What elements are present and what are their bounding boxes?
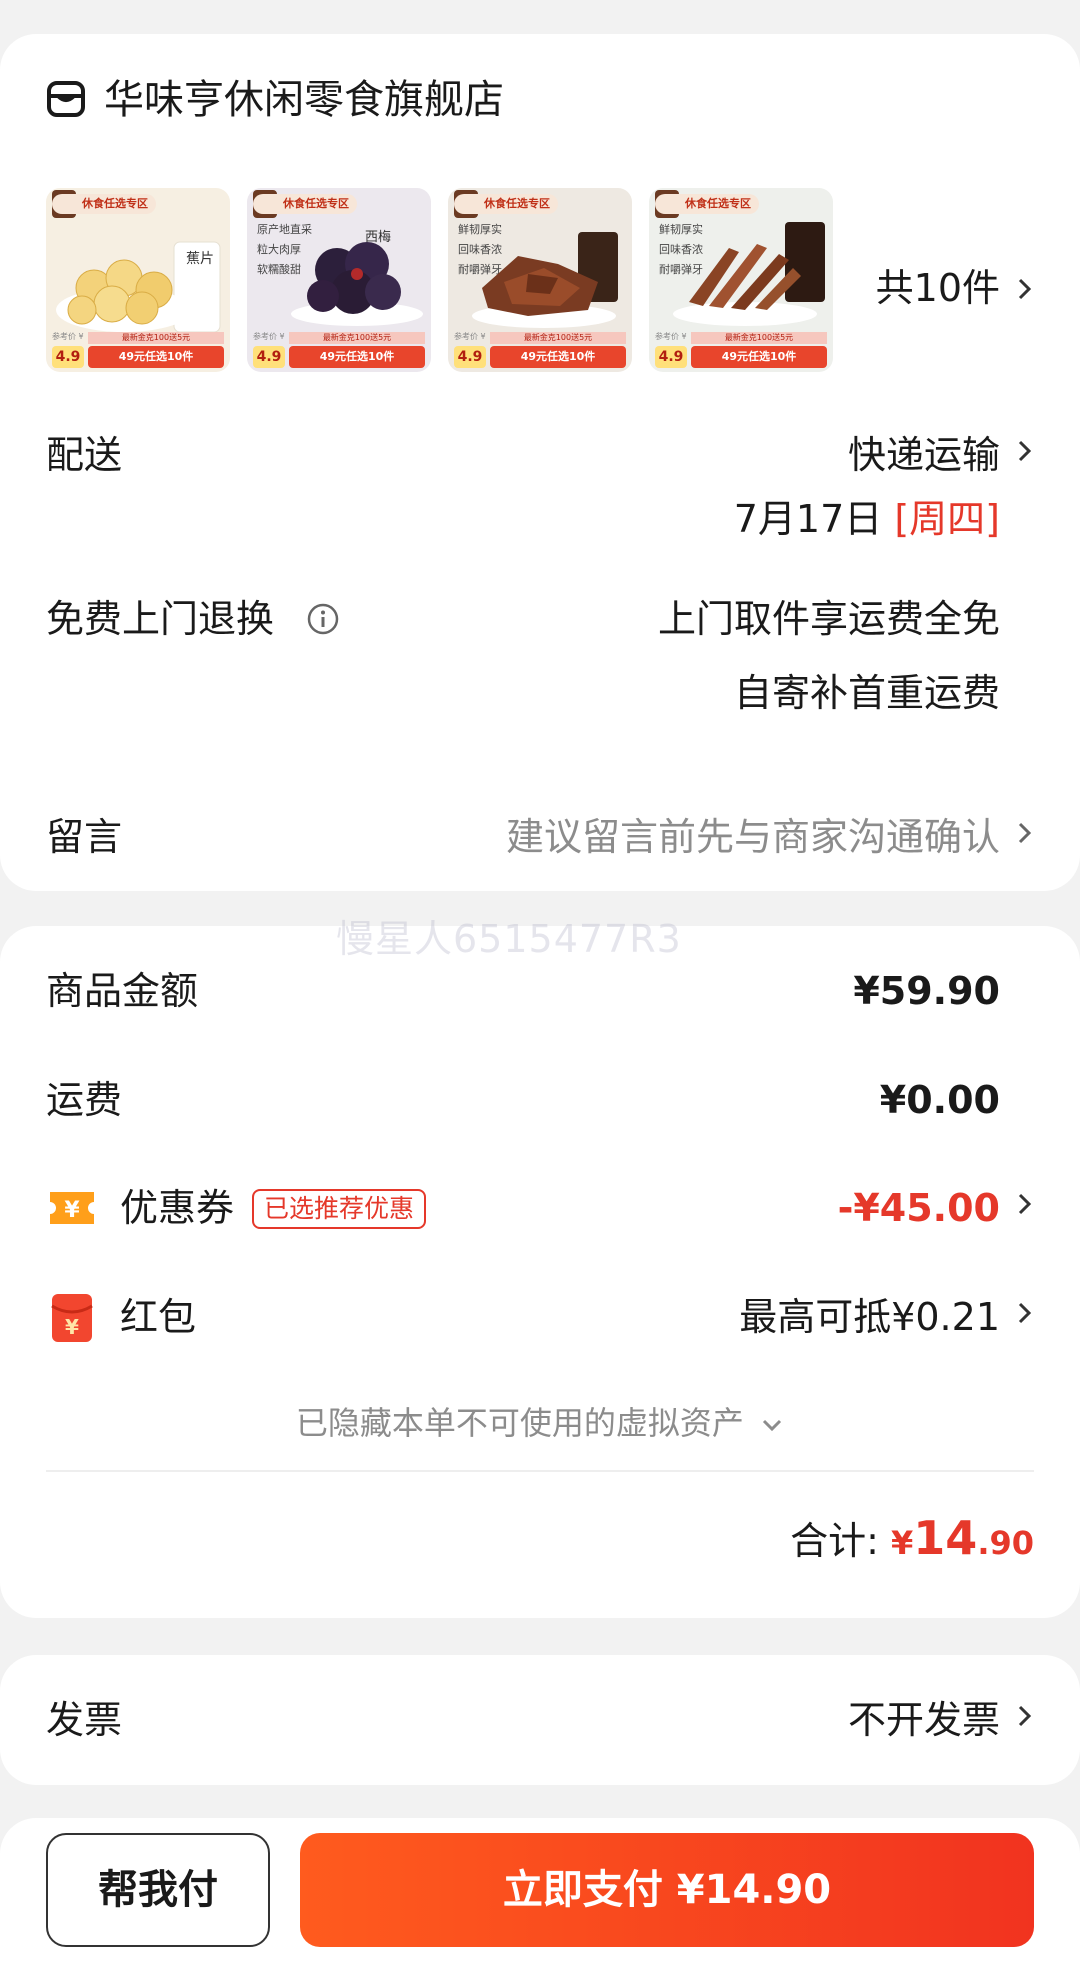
red-packet-value[interactable]: 最高可抵¥0.21: [739, 1290, 1000, 1344]
beef-jerky-image: [472, 232, 618, 328]
promo-banner: 49元任选10件: [88, 346, 224, 368]
shipping-value: ¥0.00: [879, 1078, 1000, 1122]
goods-amount-label: 商品金额: [46, 969, 199, 1013]
return-pickup-text: 上门取件享运费全免: [657, 597, 1000, 641]
reference-price-label: 参考价 ¥: [454, 332, 486, 341]
shipping-label: 运费: [46, 1078, 123, 1122]
message-label: 留言: [46, 815, 123, 859]
svg-text:¥: ¥: [65, 1315, 79, 1339]
coupon-label: 优惠券: [120, 1186, 235, 1230]
product-thumbnail[interactable]: 休食任选专区 鲜韧厚实 回味香浓 耐嚼弹牙 参考价 ¥ 最新金克100送5元 4…: [649, 188, 833, 372]
store-icon: [47, 81, 85, 117]
reference-price-label: 参考价 ¥: [253, 332, 285, 341]
prunes-image: [291, 242, 423, 326]
pay-now-button[interactable]: 立即支付 ¥14.90: [300, 1833, 1034, 1947]
chevron-right-icon[interactable]: [1016, 436, 1034, 466]
red-packet-icon: ¥: [51, 1294, 93, 1342]
chevron-right-icon[interactable]: [1016, 1701, 1034, 1731]
thumbnail-tag: 休食任选专区: [655, 194, 759, 214]
thumbnail-label: 蕉片: [186, 251, 214, 267]
thumbnail-price: 4.9: [655, 346, 687, 368]
chevron-right-icon[interactable]: [1016, 818, 1034, 848]
return-self-ship-text: 自寄补首重运费: [733, 671, 1000, 715]
reference-price-label: 参考价 ¥: [52, 332, 84, 341]
thumbnail-price: 4.9: [52, 346, 84, 368]
chevron-right-icon[interactable]: [1016, 1189, 1034, 1219]
delivery-weekday: [周四]: [894, 497, 1000, 541]
delivery-date: 7月17日: [733, 497, 883, 541]
promo-subtext: 最新金克100送5元: [490, 332, 626, 344]
store-name[interactable]: 华味亨休闲零食旗舰店: [104, 70, 504, 130]
hidden-assets-text: 已隐藏本单不可使用的虚拟资产: [295, 1404, 744, 1442]
red-packet-label: 红包: [120, 1295, 197, 1339]
promo-subtext: 最新金克100送5元: [691, 332, 827, 344]
total-line: 合计: ¥14.90: [790, 1510, 1034, 1571]
delivery-label: 配送: [46, 433, 123, 477]
svg-text:¥: ¥: [64, 1198, 80, 1223]
chevron-right-icon[interactable]: [1016, 1298, 1034, 1328]
thumbnail-tag: 休食任选专区: [454, 194, 558, 214]
reference-price-label: 参考价 ¥: [655, 332, 687, 341]
total-currency: ¥: [891, 1524, 914, 1562]
thumbnail-price: 4.9: [253, 346, 285, 368]
chevron-down-icon: [763, 1419, 782, 1432]
total-integer: 14: [913, 1511, 978, 1565]
chevron-right-icon[interactable]: [1016, 274, 1034, 304]
promo-subtext: 最新金克100送5元: [88, 332, 224, 344]
total-decimal: .90: [977, 1524, 1034, 1562]
delivery-date-line: 7月17日 [周四]: [734, 492, 1000, 546]
thumbnail-tag: 休食任选专区: [52, 194, 156, 214]
promo-banner: 49元任选10件: [289, 346, 425, 368]
message-input[interactable]: 建议留言前先与商家沟通确认: [506, 810, 1000, 864]
invoice-value[interactable]: 不开发票: [848, 1693, 1000, 1747]
item-count[interactable]: 共10件: [876, 262, 1000, 314]
promo-banner: 49元任选10件: [691, 346, 827, 368]
divider: [46, 1470, 1034, 1472]
product-thumbnail[interactable]: 休食任选专区 原产地直采 粒大肉厚 软糯酸甜 西梅 参考价 ¥ 最新金克100送…: [247, 188, 431, 372]
thumbnail-tag: 休食任选专区: [253, 194, 357, 214]
coupon-value[interactable]: -¥45.00: [838, 1181, 1000, 1235]
delivery-method[interactable]: 快递运输: [848, 428, 1000, 482]
coupon-icon: ¥: [50, 1192, 94, 1224]
hidden-assets-toggle[interactable]: 已隐藏本单不可使用的虚拟资产: [0, 1400, 1080, 1446]
thumbnail-price: 4.9: [454, 346, 486, 368]
goods-amount-value: ¥59.90: [853, 969, 1000, 1013]
info-icon[interactable]: [306, 602, 340, 636]
watermark: 慢星人6515477R3: [336, 917, 682, 961]
promo-banner: 49元任选10件: [490, 346, 626, 368]
coupon-selected-badge: 已选推荐优惠: [252, 1189, 427, 1229]
product-thumbnail[interactable]: 休食任选专区 蕉片 参考价 ¥ 最新金克100送5元 4.9 49元任选10件: [46, 188, 230, 372]
help-me-pay-button[interactable]: 帮我付: [46, 1833, 270, 1947]
free-return-label: 免费上门退换: [46, 597, 275, 641]
beef-strips-image: [673, 222, 825, 326]
product-thumbnail[interactable]: 休食任选专区 鲜韧厚实 回味香浓 耐嚼弹牙 参考价 ¥ 最新金克100送5元 4…: [448, 188, 632, 372]
promo-subtext: 最新金克100送5元: [289, 332, 425, 344]
total-label: 合计:: [790, 1519, 879, 1563]
invoice-label: 发票: [46, 1698, 123, 1742]
